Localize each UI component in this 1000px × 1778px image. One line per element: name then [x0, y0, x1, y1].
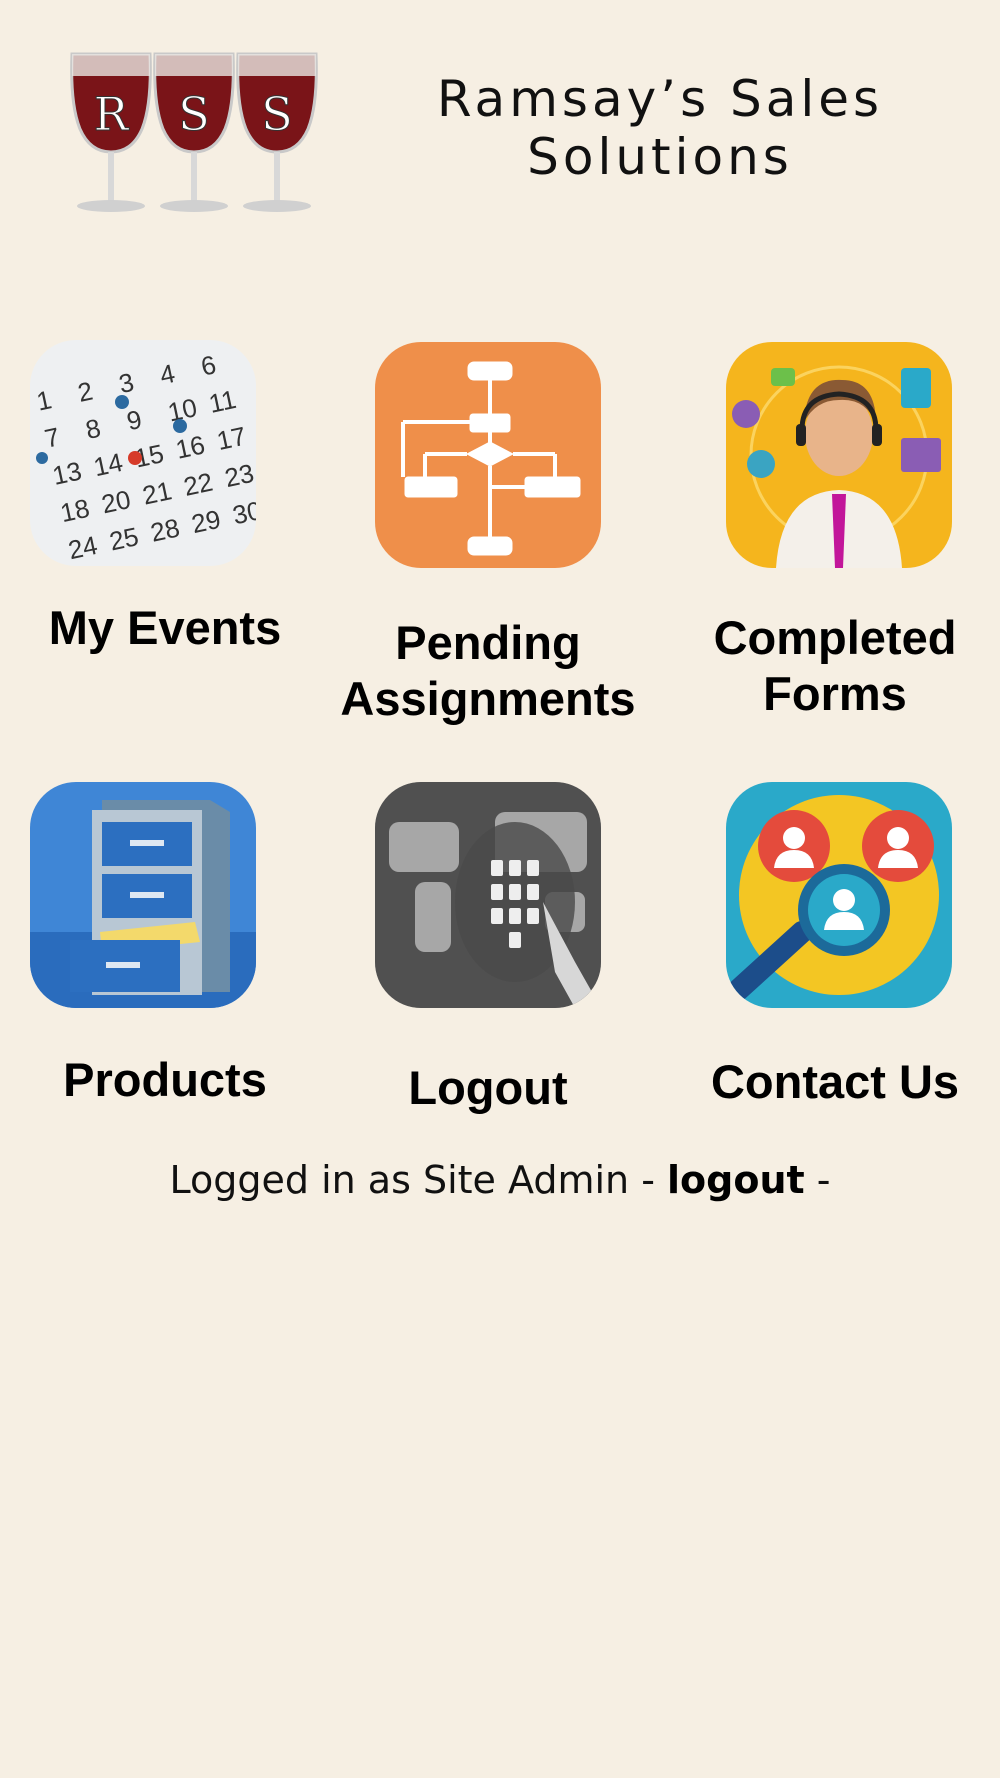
brand-name: Ramsay’s Sales Solutions — [340, 70, 980, 186]
login-status-suffix: - — [816, 1158, 831, 1202]
keypad-globe-icon — [375, 782, 601, 1008]
tile-label-line1: Pending — [395, 616, 581, 669]
tile-label-line2: Assignments — [340, 672, 636, 725]
app-header: R S S Ramsay’s Sales Solutions — [40, 20, 960, 212]
calendar-day-number: 25 — [107, 521, 142, 556]
tile-label: Contact Us — [710, 1055, 960, 1108]
calendar-day-number: 18 — [58, 493, 93, 528]
flowchart-icon — [375, 342, 601, 568]
calendar-day-number: 16 — [173, 429, 208, 464]
login-status-text: Logged in as Site Admin - — [169, 1158, 655, 1202]
logo-letter: R — [94, 87, 130, 141]
calendar-icon: 1 2 3 4 6 7 8 9 10 11 13 14 15 16 17 18 20 21 22 23 24 25 28 29… — [30, 340, 256, 566]
calendar-day-number: 17 — [214, 421, 249, 456]
tile-completed-forms[interactable]: Completed Forms — [670, 340, 1000, 720]
logo-letter: S — [178, 87, 210, 141]
tile-contact-us[interactable]: Contact Us — [670, 782, 1000, 1112]
tile-label-line1: Completed — [713, 611, 957, 664]
tile-label-line2: Forms — [763, 667, 907, 720]
tile-my-events[interactable]: 1 2 3 4 6 7 8 9 10 11 13 14 15 16 17 18 20 21 22 23 24 25 28 29… — [0, 340, 330, 720]
tile-label: Logout — [408, 1061, 568, 1114]
tile-label: My Events — [48, 601, 282, 654]
support-agent-icon — [726, 342, 952, 568]
tile-logout[interactable]: Logout — [323, 782, 653, 1122]
tile-label: Products — [63, 1053, 267, 1106]
calendar-day-number: 24 — [66, 530, 101, 565]
brand-name-line1: Ramsay’s Sales — [436, 70, 884, 128]
contacts-search-icon — [726, 782, 952, 1008]
calendar-day-number: 29 — [189, 504, 224, 539]
calendar-day-number: 13 — [50, 456, 85, 491]
calendar-day-number: 20 — [99, 484, 134, 519]
calendar-day-number: 28 — [148, 512, 183, 547]
brand-name-line2: Solutions — [527, 128, 793, 186]
calendar-day-number: 22 — [181, 467, 216, 502]
calendar-day-number: 21 — [140, 475, 175, 510]
logo-letter: S — [261, 87, 293, 141]
tile-pending-assignments[interactable]: Pending Assignments — [323, 340, 653, 730]
calendar-day-number: 14 — [91, 447, 126, 482]
filing-cabinet-icon — [30, 782, 256, 1008]
logout-link[interactable]: logout — [667, 1158, 805, 1202]
calendar-day-number: 23 — [222, 458, 256, 493]
wine-glasses-logo-icon: R S S — [70, 52, 318, 212]
tile-products[interactable]: Products — [0, 782, 330, 1112]
login-status: Logged in as Site Admin - logout - — [0, 1158, 1000, 1202]
